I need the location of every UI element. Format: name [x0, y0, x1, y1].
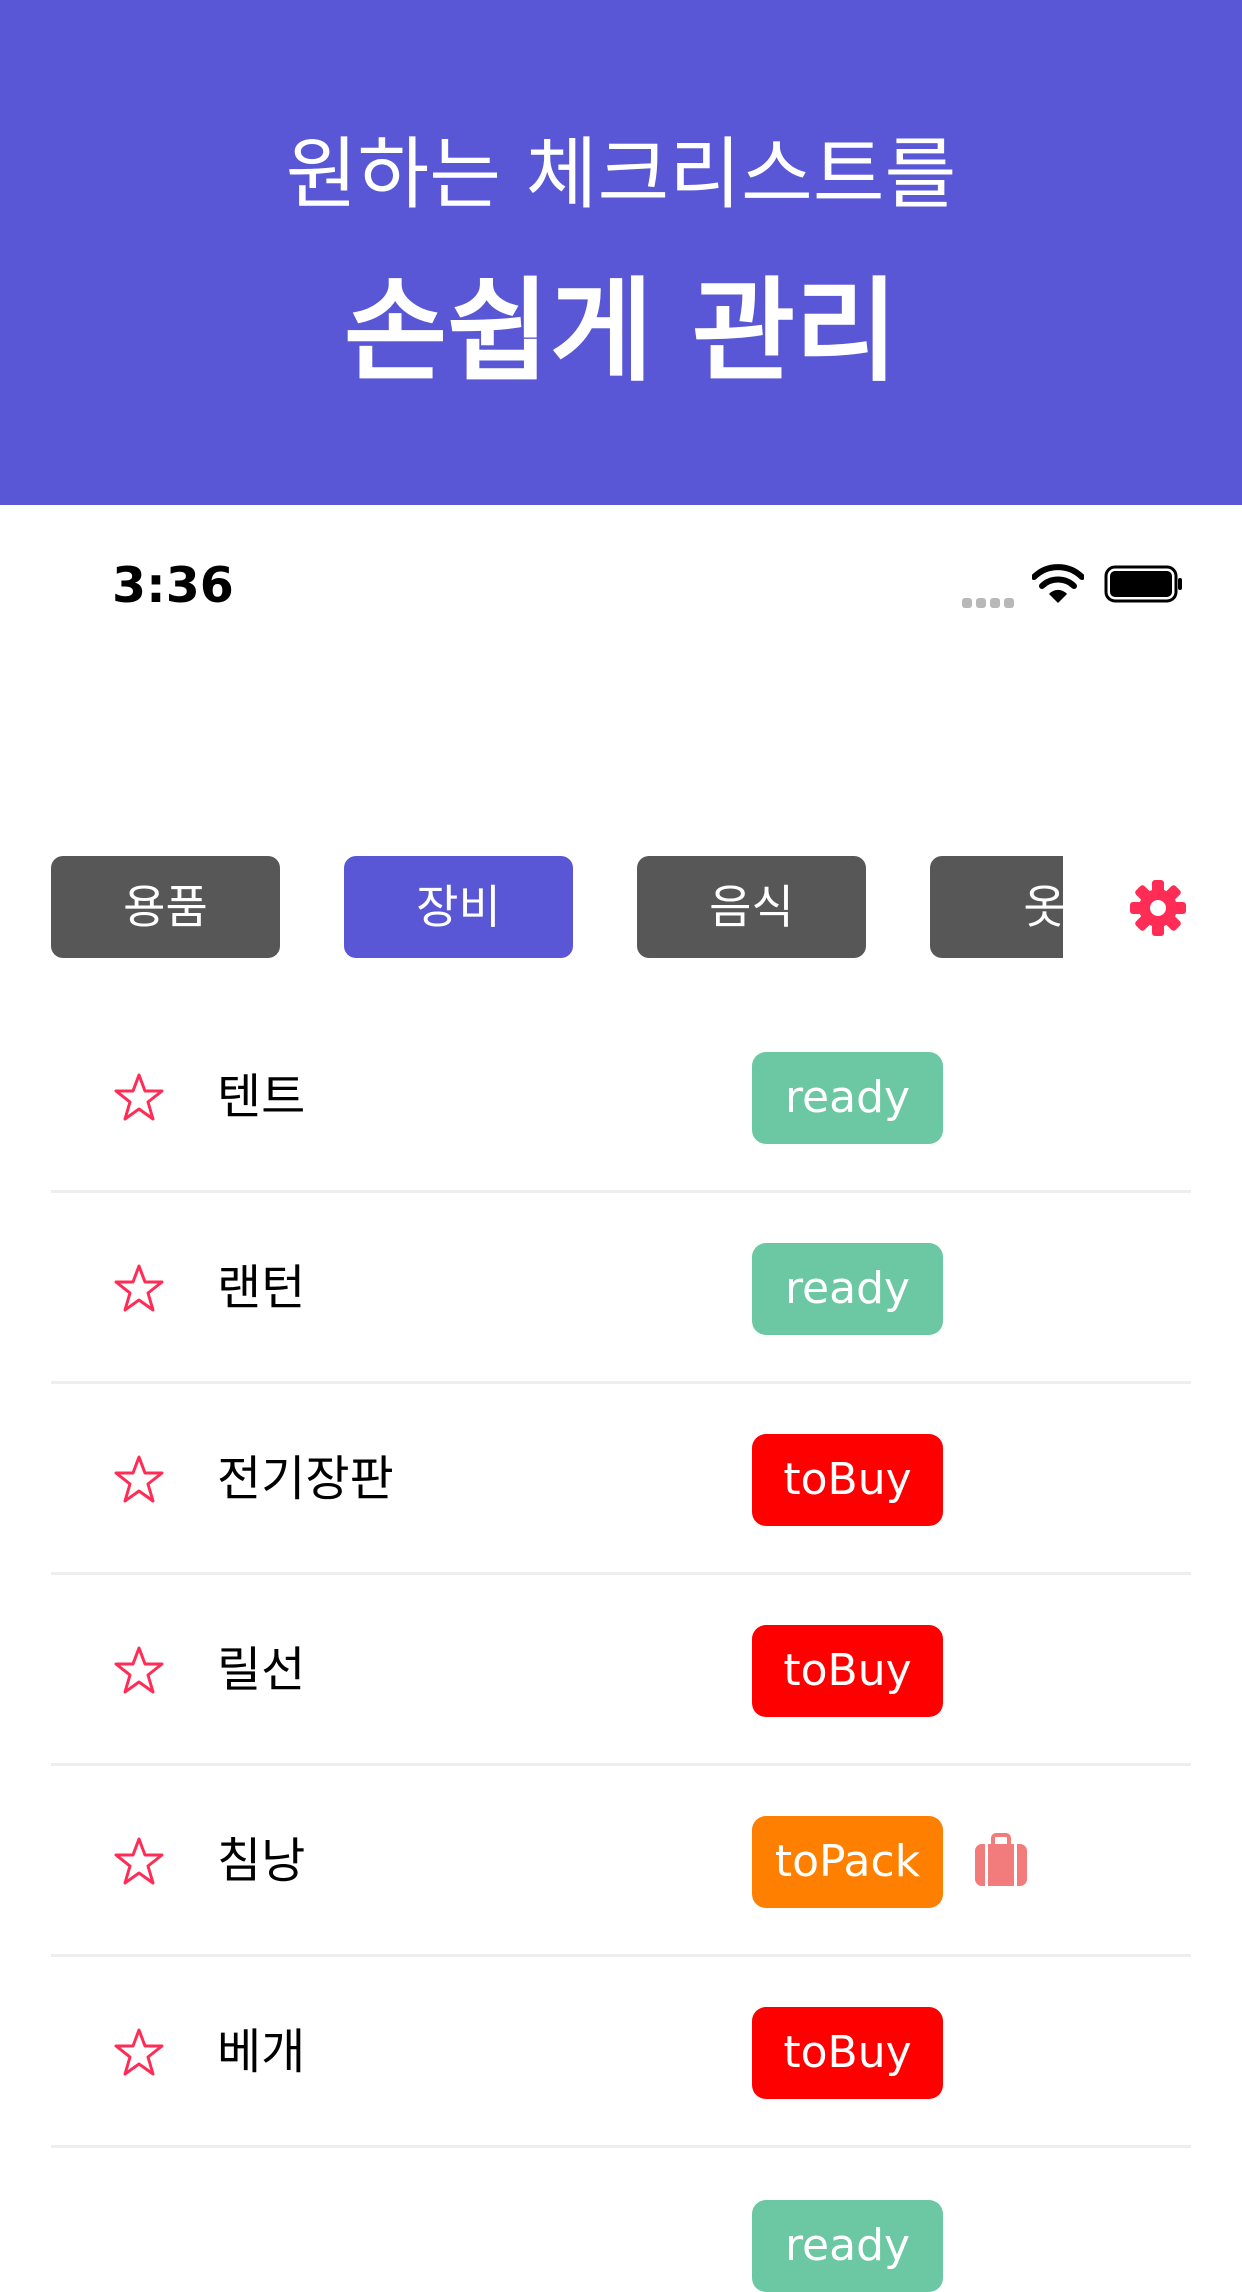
suitcase-icon[interactable] [973, 1832, 1029, 1888]
star-icon[interactable] [113, 1263, 165, 1313]
item-name: 침낭 [217, 1833, 306, 1889]
list-item[interactable]: 침낭 toPack [51, 1766, 1191, 1957]
battery-icon [1104, 565, 1182, 603]
tab-food[interactable]: 음식 [637, 856, 866, 958]
banner-title: 손쉽게 관리 [343, 267, 899, 397]
wifi-icon [1032, 564, 1084, 603]
item-name: 텐트 [217, 1069, 306, 1125]
banner-subtitle: 원하는 체크리스트를 [285, 130, 957, 220]
star-icon[interactable] [113, 1072, 165, 1122]
item-name: 랜턴 [217, 1260, 306, 1316]
list-item[interactable]: 베개 toBuy [51, 1957, 1191, 2148]
item-name: 릴선 [217, 1642, 306, 1698]
star-icon[interactable] [113, 2027, 165, 2077]
star-icon[interactable] [113, 1454, 165, 1504]
status-badge[interactable]: ready [752, 1052, 943, 1144]
list-item[interactable]: 전기장판 toBuy [51, 1384, 1191, 1575]
status-badge[interactable]: toBuy [752, 1625, 943, 1717]
star-icon[interactable] [113, 1836, 165, 1886]
status-badge[interactable]: toPack [752, 1816, 943, 1908]
category-tabs: 용품 장비 음식 옷 [51, 856, 1063, 958]
list-item[interactable]: 랜턴 ready [51, 1193, 1191, 1384]
list-item[interactable]: 텐트 ready [51, 1002, 1191, 1193]
list-item[interactable]: 릴선 toBuy [51, 1575, 1191, 1766]
status-badge[interactable]: toBuy [752, 1434, 943, 1526]
tab-supplies[interactable]: 용품 [51, 856, 280, 958]
item-name: 베개 [217, 2024, 306, 2080]
status-badge[interactable]: toBuy [752, 2007, 943, 2099]
status-time: 3:36 [112, 557, 234, 614]
tab-clothes[interactable]: 옷 [930, 856, 1063, 958]
star-icon[interactable] [113, 1645, 165, 1695]
list-item[interactable]: ready [51, 2148, 1191, 2292]
status-badge[interactable]: ready [752, 1243, 943, 1335]
tab-equipment[interactable]: 장비 [344, 856, 573, 958]
status-badge[interactable]: ready [752, 2200, 943, 2292]
item-name: 전기장판 [217, 1451, 394, 1507]
checklist: 텐트 ready 랜턴 ready 전기장판 toBuy 릴선 toBuy 침낭… [51, 1002, 1191, 2292]
promo-banner: 원하는 체크리스트를 손쉽게 관리 [0, 0, 1242, 505]
gear-icon[interactable] [1128, 878, 1188, 938]
signal-icon [962, 593, 1018, 608]
